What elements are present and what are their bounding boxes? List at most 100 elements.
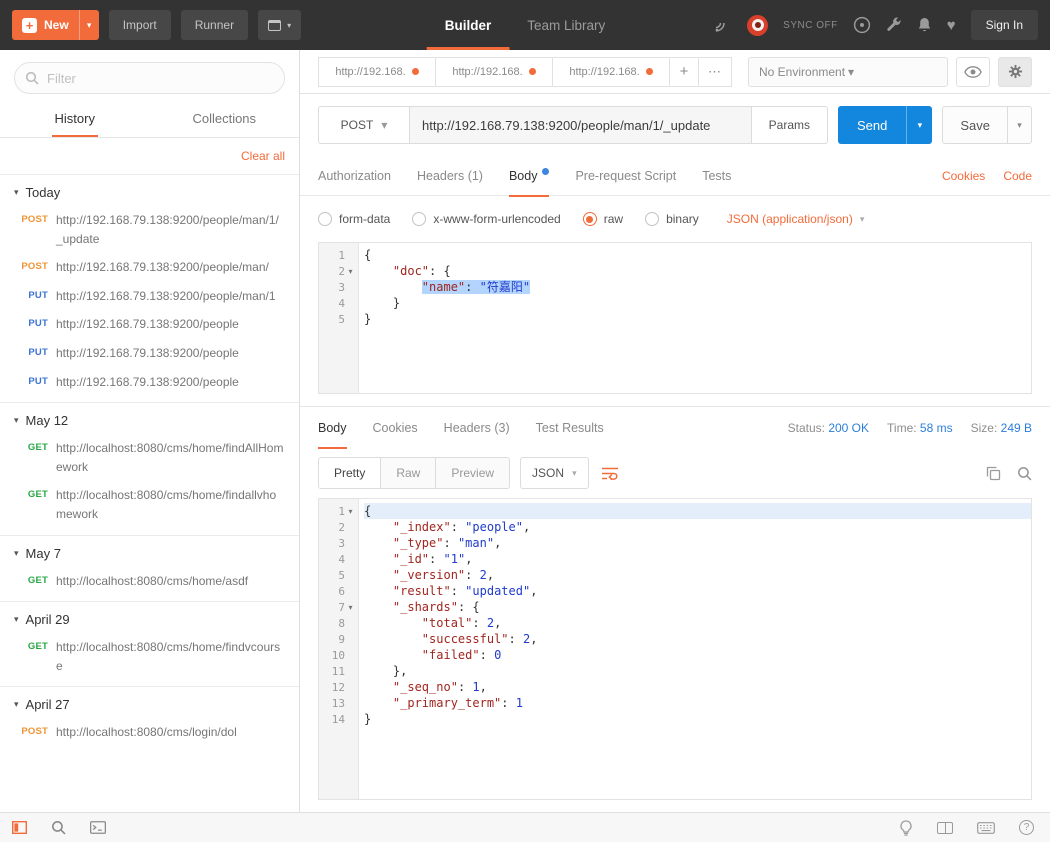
code-line[interactable]: "_primary_term": 1 [364, 695, 1031, 711]
response-body-editor[interactable]: 1▾234567▾891011121314 { "_index": "peopl… [318, 498, 1032, 800]
toggle-sidebar-button[interactable] [12, 821, 27, 834]
workspace-button[interactable]: ▾ [258, 10, 301, 40]
code-line[interactable]: { [364, 247, 1031, 263]
bell-icon[interactable] [917, 17, 932, 33]
request-tab-3[interactable]: http://192.168. [552, 57, 670, 87]
filter-input[interactable] [14, 62, 285, 94]
tab-test-results[interactable]: Test Results [536, 408, 604, 448]
tab-history[interactable]: History [0, 102, 150, 137]
tips-button[interactable] [899, 820, 913, 836]
wrench-icon[interactable] [886, 17, 902, 33]
save-dropdown-caret[interactable]: ▾ [1008, 106, 1032, 144]
search-response-button[interactable] [1017, 466, 1032, 481]
environment-preview-button[interactable] [956, 57, 990, 87]
request-tab-1[interactable]: http://192.168. [318, 57, 436, 87]
history-item[interactable]: PUThttp://192.168.79.138:9200/people [0, 368, 299, 397]
new-dropdown-caret[interactable]: ▾ [79, 10, 99, 40]
code-line[interactable]: "_shards": { [364, 599, 1031, 615]
send-dropdown-caret[interactable]: ▾ [906, 106, 932, 144]
code-fold-icon[interactable]: ▾ [345, 603, 356, 612]
settings-button[interactable] [998, 57, 1032, 87]
capture-requests-icon[interactable] [714, 17, 732, 33]
tab-pre-request-script[interactable]: Pre-request Script [575, 156, 676, 196]
save-button[interactable]: Save [942, 106, 1008, 144]
code-line[interactable]: "_version": 2, [364, 567, 1031, 583]
tab-headers[interactable]: Headers (1) [417, 156, 483, 196]
new-tab-button[interactable]: + [669, 57, 699, 87]
code-line[interactable]: "successful": 2, [364, 631, 1031, 647]
globe-icon[interactable] [853, 16, 871, 34]
tab-team-library[interactable]: Team Library [509, 0, 623, 50]
history-group-header[interactable]: ▾May 7 [0, 536, 299, 567]
history-group-header[interactable]: ▾Today [0, 175, 299, 206]
editor-code-area[interactable]: { "doc": { "name": "符嘉阳" }} [359, 243, 1031, 393]
history-item[interactable]: GEThttp://localhost:8080/cms/home/asdf [0, 567, 299, 596]
tab-response-headers[interactable]: Headers (3) [444, 408, 510, 448]
cookies-link[interactable]: Cookies [942, 169, 985, 183]
tab-body[interactable]: Body [509, 156, 550, 196]
history-item[interactable]: PUThttp://192.168.79.138:9200/people/man… [0, 282, 299, 311]
code-line[interactable]: } [364, 311, 1031, 327]
heart-icon[interactable]: ♥ [947, 17, 956, 34]
tab-tests[interactable]: Tests [702, 156, 731, 196]
response-format-select[interactable]: JSON ▾ [520, 457, 589, 489]
code-line[interactable]: "name": "符嘉阳" [364, 279, 1031, 295]
params-button[interactable]: Params [752, 106, 828, 144]
history-item[interactable]: POSThttp://192.168.79.138:9200/people/ma… [0, 206, 299, 253]
code-line[interactable]: "doc": { [364, 263, 1031, 279]
body-type-binary[interactable]: binary [645, 212, 699, 226]
history-item[interactable]: PUThttp://192.168.79.138:9200/people [0, 339, 299, 368]
history-item[interactable]: POSThttp://192.168.79.138:9200/people/ma… [0, 253, 299, 282]
tab-response-cookies[interactable]: Cookies [373, 408, 418, 448]
body-type-urlencoded[interactable]: x-www-form-urlencoded [412, 212, 560, 226]
sign-in-button[interactable]: Sign In [971, 10, 1038, 40]
code-line[interactable]: "_seq_no": 1, [364, 679, 1031, 695]
history-item[interactable]: POSThttp://localhost:8080/cms/login/dol [0, 718, 299, 747]
global-search-button[interactable] [51, 820, 66, 835]
code-line[interactable]: "_index": "people", [364, 519, 1031, 535]
runner-button[interactable]: Runner [181, 10, 248, 40]
url-input[interactable] [410, 106, 752, 144]
tab-response-body[interactable]: Body [318, 408, 347, 448]
tab-authorization[interactable]: Authorization [318, 156, 391, 196]
shortcuts-button[interactable] [977, 822, 995, 834]
history-item[interactable]: GEThttp://localhost:8080/cms/home/findvc… [0, 633, 299, 680]
code-line[interactable]: "result": "updated", [364, 583, 1031, 599]
copy-response-button[interactable] [986, 466, 1001, 481]
help-button[interactable]: ? [1019, 820, 1034, 835]
code-line[interactable]: { [364, 503, 1031, 519]
code-line[interactable]: } [364, 711, 1031, 727]
interceptor-target-icon[interactable] [747, 15, 768, 36]
code-line[interactable]: "_type": "man", [364, 535, 1031, 551]
code-line[interactable]: } [364, 295, 1031, 311]
body-type-raw[interactable]: raw [583, 212, 623, 226]
code-link[interactable]: Code [1003, 169, 1032, 183]
view-raw-button[interactable]: Raw [381, 458, 436, 488]
send-button[interactable]: Send [838, 106, 906, 144]
tab-collections[interactable]: Collections [150, 102, 300, 137]
new-button[interactable]: + New [12, 10, 79, 40]
method-select[interactable]: POST ▾ [318, 106, 410, 144]
wrap-lines-button[interactable] [601, 466, 619, 481]
content-type-select[interactable]: JSON (application/json) ▾ [727, 212, 865, 226]
editor-code-area[interactable]: { "_index": "people", "_type": "man", "_… [359, 499, 1031, 799]
history-item[interactable]: PUThttp://192.168.79.138:9200/people [0, 310, 299, 339]
code-line[interactable]: "total": 2, [364, 615, 1031, 631]
request-tab-2[interactable]: http://192.168. [435, 57, 553, 87]
history-group-header[interactable]: ▾April 27 [0, 687, 299, 718]
history-group-header[interactable]: ▾May 12 [0, 403, 299, 434]
code-fold-icon[interactable]: ▾ [345, 507, 356, 516]
history-item[interactable]: GEThttp://localhost:8080/cms/home/findAl… [0, 434, 299, 481]
environment-select[interactable]: No Environment ▾ [748, 57, 948, 87]
console-button[interactable] [90, 821, 106, 834]
view-pretty-button[interactable]: Pretty [319, 458, 381, 488]
tab-builder[interactable]: Builder [427, 0, 510, 50]
code-line[interactable]: "failed": 0 [364, 647, 1031, 663]
request-body-editor[interactable]: 12▾345 { "doc": { "name": "符嘉阳" }} [318, 242, 1032, 394]
clear-all-link[interactable]: Clear all [241, 149, 285, 163]
code-line[interactable]: "_id": "1", [364, 551, 1031, 567]
view-preview-button[interactable]: Preview [436, 458, 509, 488]
body-type-form-data[interactable]: form-data [318, 212, 390, 226]
import-button[interactable]: Import [109, 10, 171, 40]
history-group-header[interactable]: ▾April 29 [0, 602, 299, 633]
